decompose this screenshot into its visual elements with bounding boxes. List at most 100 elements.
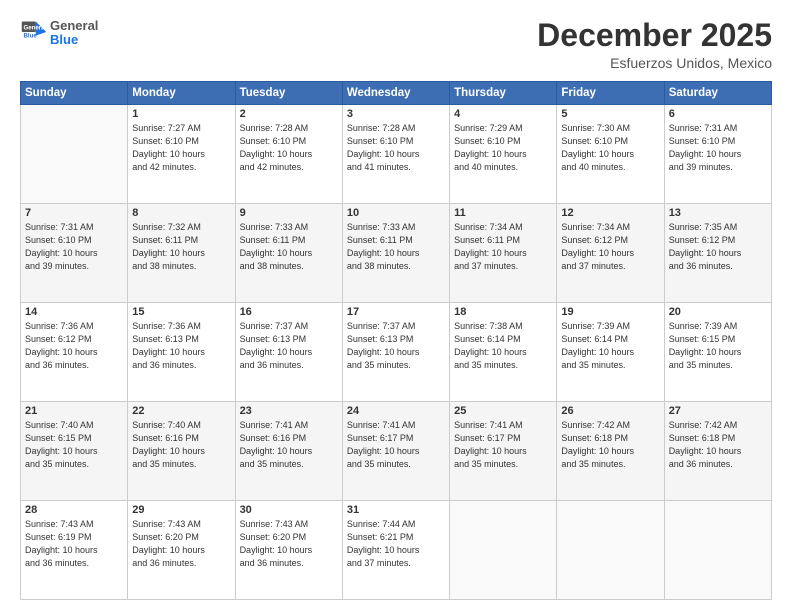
day-info: Sunrise: 7:43 AM Sunset: 6:20 PM Dayligh…	[240, 518, 338, 570]
location-subtitle: Esfuerzos Unidos, Mexico	[537, 55, 772, 71]
calendar-cell: 30 Sunrise: 7:43 AM Sunset: 6:20 PM Dayli…	[235, 501, 342, 600]
calendar-cell: 9 Sunrise: 7:33 AM Sunset: 6:11 PM Daylig…	[235, 204, 342, 303]
title-block: December 2025 Esfuerzos Unidos, Mexico	[537, 18, 772, 71]
day-number: 28	[25, 504, 123, 516]
day-number: 25	[454, 405, 552, 417]
day-number: 21	[25, 405, 123, 417]
col-sunday: Sunday	[21, 82, 128, 105]
day-info: Sunrise: 7:36 AM Sunset: 6:12 PM Dayligh…	[25, 320, 123, 372]
calendar-cell: 26 Sunrise: 7:42 AM Sunset: 6:18 PM Dayli…	[557, 402, 664, 501]
calendar-cell	[450, 501, 557, 600]
day-number: 18	[454, 306, 552, 318]
day-info: Sunrise: 7:33 AM Sunset: 6:11 PM Dayligh…	[240, 221, 338, 273]
calendar-cell: 6 Sunrise: 7:31 AM Sunset: 6:10 PM Daylig…	[664, 105, 771, 204]
calendar-header-row: Sunday Monday Tuesday Wednesday Thursday…	[21, 82, 772, 105]
day-info: Sunrise: 7:31 AM Sunset: 6:10 PM Dayligh…	[669, 122, 767, 174]
calendar-cell	[21, 105, 128, 204]
day-number: 5	[561, 108, 659, 120]
col-wednesday: Wednesday	[342, 82, 449, 105]
calendar-cell: 14 Sunrise: 7:36 AM Sunset: 6:12 PM Dayli…	[21, 303, 128, 402]
col-saturday: Saturday	[664, 82, 771, 105]
calendar-cell: 7 Sunrise: 7:31 AM Sunset: 6:10 PM Daylig…	[21, 204, 128, 303]
calendar-cell: 23Sunrise: 7:41 AM Sunset: 6:16 PM Dayli…	[235, 402, 342, 501]
day-number: 27	[669, 405, 767, 417]
calendar-cell: 25 Sunrise: 7:41 AM Sunset: 6:17 PM Dayli…	[450, 402, 557, 501]
calendar-cell: 10 Sunrise: 7:33 AM Sunset: 6:11 PM Dayli…	[342, 204, 449, 303]
month-title: December 2025	[537, 18, 772, 53]
calendar-cell	[557, 501, 664, 600]
logo-icon: General Blue	[20, 18, 48, 46]
col-friday: Friday	[557, 82, 664, 105]
day-info: Sunrise: 7:42 AM Sunset: 6:18 PM Dayligh…	[561, 419, 659, 471]
day-number: 11	[454, 207, 552, 219]
col-thursday: Thursday	[450, 82, 557, 105]
day-info: Sunrise: 7:30 AM Sunset: 6:10 PM Dayligh…	[561, 122, 659, 174]
day-number: 13	[669, 207, 767, 219]
day-info: Sunrise: 7:35 AM Sunset: 6:12 PM Dayligh…	[669, 221, 767, 273]
day-number: 6	[669, 108, 767, 120]
svg-text:Blue: Blue	[24, 32, 38, 39]
calendar-cell: 8Sunrise: 7:32 AM Sunset: 6:11 PM Daylig…	[128, 204, 235, 303]
calendar-cell: 15Sunrise: 7:36 AM Sunset: 6:13 PM Dayli…	[128, 303, 235, 402]
day-info: Sunrise: 7:37 AM Sunset: 6:13 PM Dayligh…	[347, 320, 445, 372]
day-number: 9	[240, 207, 338, 219]
day-info: Sunrise: 7:38 AM Sunset: 6:14 PM Dayligh…	[454, 320, 552, 372]
calendar-cell: 12Sunrise: 7:34 AM Sunset: 6:12 PM Dayli…	[557, 204, 664, 303]
day-number: 19	[561, 306, 659, 318]
day-number: 1	[132, 108, 230, 120]
day-number: 14	[25, 306, 123, 318]
calendar-cell: 1Sunrise: 7:27 AM Sunset: 6:10 PM Daylig…	[128, 105, 235, 204]
day-info: Sunrise: 7:40 AM Sunset: 6:16 PM Dayligh…	[132, 419, 230, 471]
day-info: Sunrise: 7:43 AM Sunset: 6:19 PM Dayligh…	[25, 518, 123, 570]
calendar-cell: 31Sunrise: 7:44 AM Sunset: 6:21 PM Dayli…	[342, 501, 449, 600]
day-number: 7	[25, 207, 123, 219]
day-info: Sunrise: 7:43 AM Sunset: 6:20 PM Dayligh…	[132, 518, 230, 570]
col-tuesday: Tuesday	[235, 82, 342, 105]
calendar-week-row-2: 7 Sunrise: 7:31 AM Sunset: 6:10 PM Daylig…	[21, 204, 772, 303]
day-info: Sunrise: 7:28 AM Sunset: 6:10 PM Dayligh…	[347, 122, 445, 174]
day-info: Sunrise: 7:33 AM Sunset: 6:11 PM Dayligh…	[347, 221, 445, 273]
day-info: Sunrise: 7:31 AM Sunset: 6:10 PM Dayligh…	[25, 221, 123, 273]
calendar-cell: 17 Sunrise: 7:37 AM Sunset: 6:13 PM Dayli…	[342, 303, 449, 402]
page: General Blue General Blue December 2025 …	[0, 0, 792, 612]
calendar-cell: 22 Sunrise: 7:40 AM Sunset: 6:16 PM Dayli…	[128, 402, 235, 501]
calendar-cell: 13 Sunrise: 7:35 AM Sunset: 6:12 PM Dayli…	[664, 204, 771, 303]
calendar-cell: 29Sunrise: 7:43 AM Sunset: 6:20 PM Dayli…	[128, 501, 235, 600]
day-number: 23	[240, 405, 338, 417]
day-info: Sunrise: 7:36 AM Sunset: 6:13 PM Dayligh…	[132, 320, 230, 372]
calendar-cell: 21 Sunrise: 7:40 AM Sunset: 6:15 PM Dayli…	[21, 402, 128, 501]
calendar-cell: 11 Sunrise: 7:34 AM Sunset: 6:11 PM Dayli…	[450, 204, 557, 303]
logo: General Blue General Blue	[20, 18, 98, 48]
day-number: 26	[561, 405, 659, 417]
header: General Blue General Blue December 2025 …	[20, 18, 772, 71]
calendar-cell: 3 Sunrise: 7:28 AM Sunset: 6:10 PM Daylig…	[342, 105, 449, 204]
day-number: 16	[240, 306, 338, 318]
calendar-cell	[664, 501, 771, 600]
day-number: 17	[347, 306, 445, 318]
calendar-cell: 24Sunrise: 7:41 AM Sunset: 6:17 PM Dayli…	[342, 402, 449, 501]
calendar-cell: 19Sunrise: 7:39 AM Sunset: 6:14 PM Dayli…	[557, 303, 664, 402]
day-info: Sunrise: 7:41 AM Sunset: 6:17 PM Dayligh…	[454, 419, 552, 471]
day-info: Sunrise: 7:37 AM Sunset: 6:13 PM Dayligh…	[240, 320, 338, 372]
calendar-week-row-3: 14 Sunrise: 7:36 AM Sunset: 6:12 PM Dayli…	[21, 303, 772, 402]
day-number: 10	[347, 207, 445, 219]
calendar-cell: 18 Sunrise: 7:38 AM Sunset: 6:14 PM Dayli…	[450, 303, 557, 402]
logo-general: General	[50, 19, 98, 33]
calendar-cell: 4Sunrise: 7:29 AM Sunset: 6:10 PM Daylig…	[450, 105, 557, 204]
day-number: 3	[347, 108, 445, 120]
day-number: 31	[347, 504, 445, 516]
day-number: 30	[240, 504, 338, 516]
logo-blue: Blue	[50, 33, 98, 47]
calendar-cell: 28 Sunrise: 7:43 AM Sunset: 6:19 PM Dayli…	[21, 501, 128, 600]
day-info: Sunrise: 7:32 AM Sunset: 6:11 PM Dayligh…	[132, 221, 230, 273]
day-number: 22	[132, 405, 230, 417]
day-info: Sunrise: 7:40 AM Sunset: 6:15 PM Dayligh…	[25, 419, 123, 471]
day-number: 24	[347, 405, 445, 417]
day-number: 2	[240, 108, 338, 120]
calendar-cell: 16 Sunrise: 7:37 AM Sunset: 6:13 PM Dayli…	[235, 303, 342, 402]
calendar-cell: 2Sunrise: 7:28 AM Sunset: 6:10 PM Daylig…	[235, 105, 342, 204]
day-info: Sunrise: 7:34 AM Sunset: 6:11 PM Dayligh…	[454, 221, 552, 273]
day-info: Sunrise: 7:34 AM Sunset: 6:12 PM Dayligh…	[561, 221, 659, 273]
calendar-week-row-5: 28 Sunrise: 7:43 AM Sunset: 6:19 PM Dayli…	[21, 501, 772, 600]
calendar-cell: 20Sunrise: 7:39 AM Sunset: 6:15 PM Dayli…	[664, 303, 771, 402]
